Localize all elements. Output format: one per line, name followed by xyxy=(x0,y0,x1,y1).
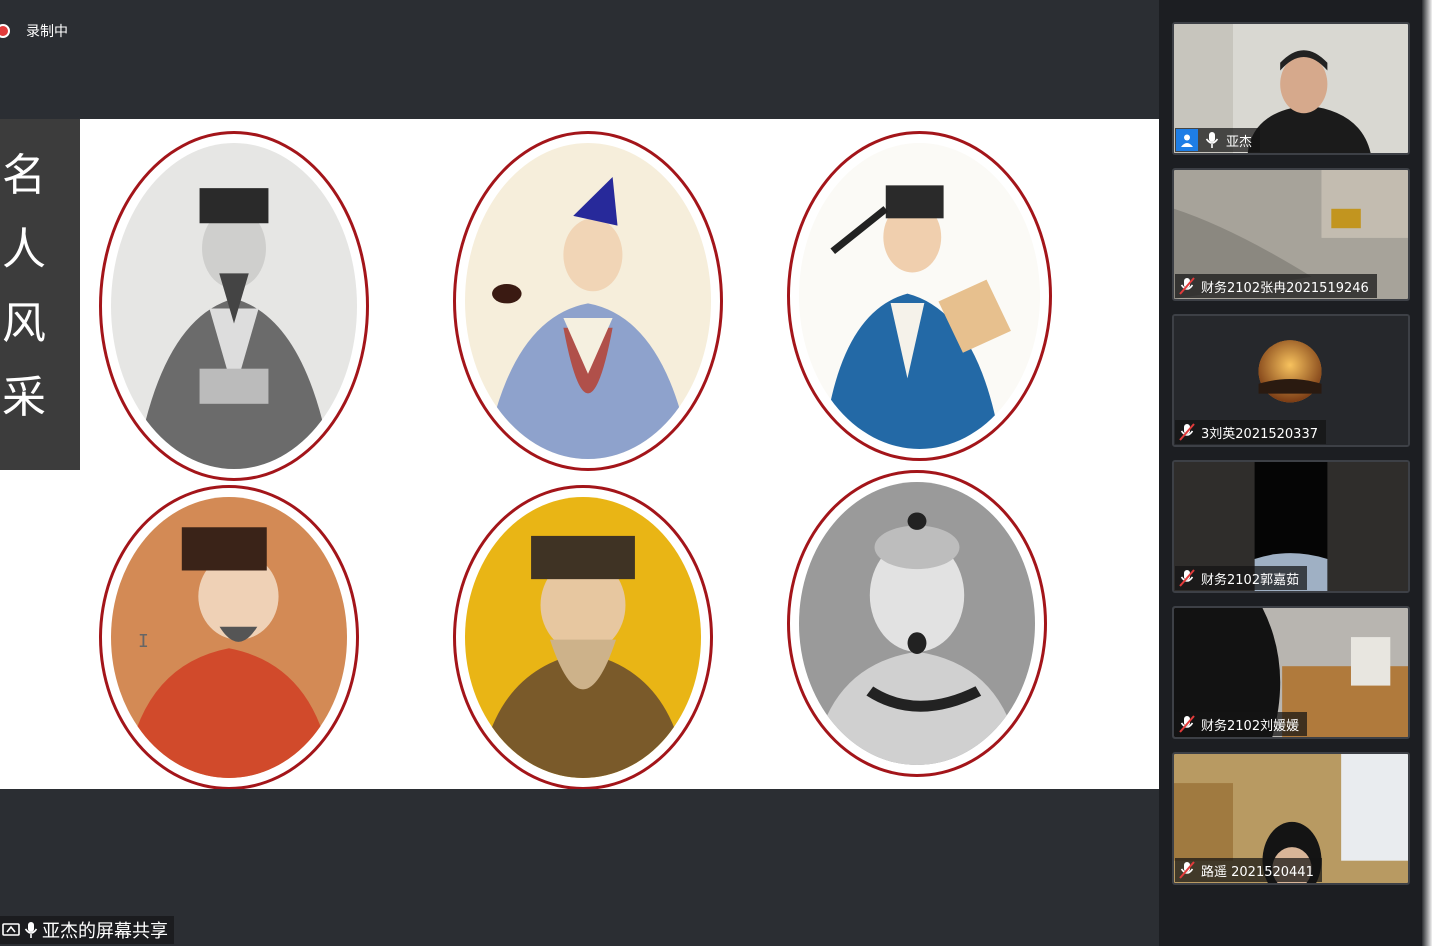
slide-title-bar: 名 人 风 采 xyxy=(0,119,80,470)
participant-name: 财务2102刘媛媛 xyxy=(1201,718,1300,734)
participant-panel: 亚杰 财务2102张冉2021519246 3刘英2021520337 财务21… xyxy=(1159,0,1432,946)
microphone-icon xyxy=(24,921,38,939)
screen-share-icon xyxy=(2,921,20,939)
portrait-1 xyxy=(99,131,369,481)
participant-tile[interactable]: 亚杰 xyxy=(1172,22,1410,155)
participant-name: 3刘英2021520337 xyxy=(1201,426,1318,442)
screen-share-owner: 亚杰的屏幕共享 xyxy=(42,921,168,942)
slide-title-char: 采 xyxy=(2,372,46,423)
recording-indicator[interactable]: 录制中 xyxy=(0,20,68,42)
participant-name-tag: 3刘英2021520337 xyxy=(1175,420,1326,444)
participant-tile[interactable]: 路遥 2021520441 xyxy=(1172,752,1410,885)
portrait-6 xyxy=(787,470,1047,777)
portrait-2 xyxy=(453,131,723,471)
participant-name-tag: 亚杰 xyxy=(1175,128,1261,152)
participant-name: 路遥 2021520441 xyxy=(1201,864,1314,880)
recording-label: 录制中 xyxy=(26,24,68,40)
portrait-5 xyxy=(453,485,713,789)
participant-name-tag: 财务2102刘媛媛 xyxy=(1175,712,1308,736)
microphone-muted-icon xyxy=(1179,423,1195,441)
participant-name-tag: 财务2102张冉2021519246 xyxy=(1175,274,1377,298)
microphone-muted-icon xyxy=(1179,715,1195,733)
slide-title-char: 名 xyxy=(2,150,46,201)
microphone-muted-icon xyxy=(1179,277,1195,295)
participant-name-tag: 路遥 2021520441 xyxy=(1175,858,1322,882)
host-user-icon xyxy=(1176,129,1198,151)
microphone-muted-icon xyxy=(1179,861,1195,879)
portrait-3 xyxy=(787,131,1052,461)
microphone-icon xyxy=(1205,132,1219,148)
text-cursor-icon: I xyxy=(138,631,149,652)
participant-tile[interactable]: 财务2102张冉2021519246 xyxy=(1172,168,1410,301)
participant-name: 亚杰 xyxy=(1226,134,1253,150)
participant-name: 财务2102张冉2021519246 xyxy=(1201,280,1369,296)
participant-tile[interactable]: 财务2102刘媛媛 xyxy=(1172,606,1410,739)
participant-name: 财务2102郭嘉茹 xyxy=(1201,572,1300,588)
slide-title-char: 风 xyxy=(2,298,46,349)
participant-tile[interactable]: 财务2102郭嘉茹 xyxy=(1172,460,1410,593)
panel-scroll-edge xyxy=(1422,0,1432,946)
screen-share-label: 亚杰的屏幕共享 xyxy=(0,916,174,944)
participant-name-tag: 财务2102郭嘉茹 xyxy=(1175,566,1308,590)
microphone-muted-icon xyxy=(1179,569,1195,587)
record-dot-icon xyxy=(0,24,10,38)
participant-tile[interactable]: 3刘英2021520337 xyxy=(1172,314,1410,447)
slide-title-char: 人 xyxy=(2,224,46,275)
shared-slide: 名 人 风 采 I xyxy=(0,119,1159,789)
